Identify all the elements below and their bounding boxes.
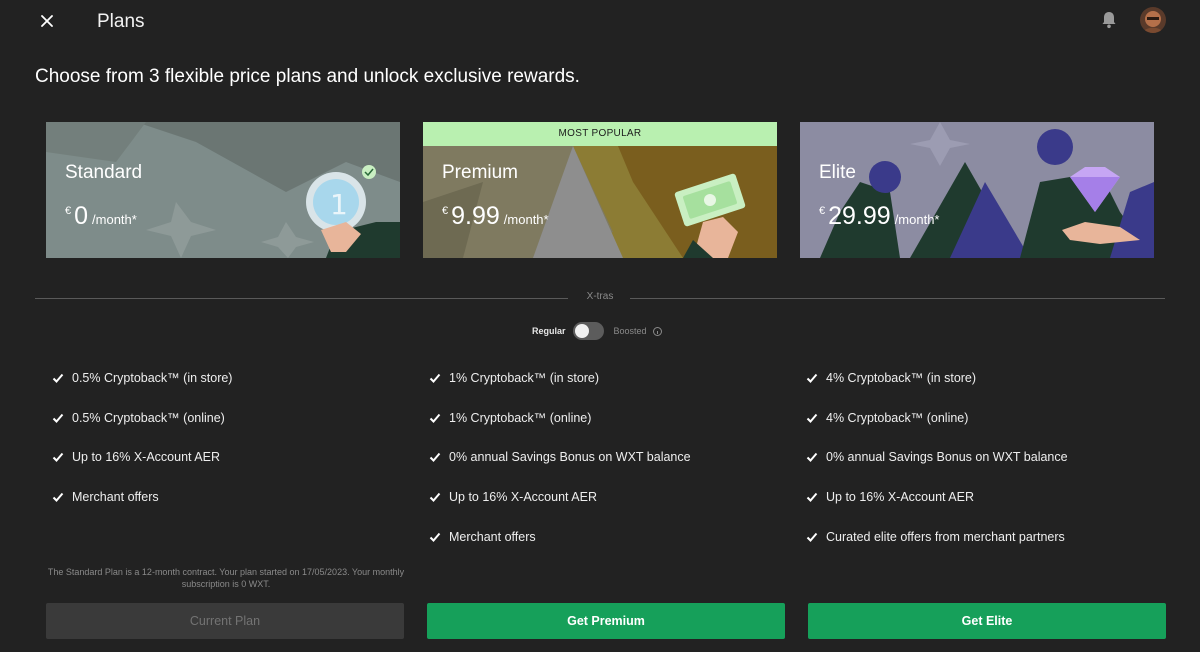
feature-text: 0% annual Savings Bonus on WXT balance bbox=[449, 450, 691, 465]
feature-text: Merchant offers bbox=[449, 530, 536, 545]
check-icon bbox=[52, 413, 64, 423]
feature-text: Up to 16% X-Account AER bbox=[449, 490, 597, 505]
feature-item: 4% Cryptoback™ (in store) bbox=[806, 358, 1068, 398]
info-icon[interactable] bbox=[652, 326, 662, 336]
elite-features-list: 4% Cryptoback™ (in store) 4% Cryptoback™… bbox=[806, 358, 1068, 557]
feature-item: Curated elite offers from merchant partn… bbox=[806, 517, 1068, 557]
check-icon bbox=[429, 493, 441, 503]
current-plan-button[interactable]: Current Plan bbox=[46, 603, 404, 639]
currency-symbol: € bbox=[65, 205, 72, 217]
feature-text: 0.5% Cryptoback™ (in store) bbox=[72, 370, 233, 385]
boost-toggle-switch[interactable] bbox=[572, 322, 604, 340]
check-icon bbox=[52, 493, 64, 503]
feature-text: Up to 16% X-Account AER bbox=[826, 490, 974, 505]
get-elite-button[interactable]: Get Elite bbox=[808, 603, 1166, 639]
feature-item: Merchant offers bbox=[52, 477, 232, 517]
feature-text: 4% Cryptoback™ (online) bbox=[826, 410, 969, 425]
plan-price-premium: € 9.99 /month* bbox=[442, 202, 549, 230]
divider-right bbox=[630, 298, 1165, 299]
price-period: /month* bbox=[92, 212, 137, 227]
feature-text: Merchant offers bbox=[72, 490, 159, 505]
feature-item: 4% Cryptoback™ (online) bbox=[806, 398, 1068, 438]
check-icon bbox=[52, 453, 64, 463]
feature-text: 0.5% Cryptoback™ (online) bbox=[72, 410, 225, 425]
feature-text: 1% Cryptoback™ (in store) bbox=[449, 370, 600, 385]
price-amount: 0 bbox=[74, 202, 89, 230]
price-amount: 29.99 bbox=[828, 202, 891, 230]
standard-plan-card[interactable]: 1 Standard € 0 /month* bbox=[46, 122, 400, 258]
feature-item: 0.5% Cryptoback™ (online) bbox=[52, 398, 232, 438]
toggle-label-regular[interactable]: Regular bbox=[532, 326, 566, 336]
feature-text: 1% Cryptoback™ (online) bbox=[449, 410, 592, 425]
page-title: Plans bbox=[97, 11, 145, 32]
feature-item: Merchant offers bbox=[429, 517, 691, 557]
divider-left bbox=[35, 298, 568, 299]
check-icon bbox=[806, 453, 818, 463]
standard-plan-contract-note: The Standard Plan is a 12-month contract… bbox=[47, 567, 405, 589]
plans-headline: Choose from 3 flexible price plans and u… bbox=[35, 66, 580, 87]
feature-item: Up to 16% X-Account AER bbox=[806, 477, 1068, 517]
feature-item: 0% annual Savings Bonus on WXT balance bbox=[806, 438, 1068, 478]
check-icon bbox=[806, 532, 818, 543]
price-amount: 9.99 bbox=[451, 202, 500, 230]
plan-name-elite: Elite bbox=[819, 162, 856, 183]
currency-symbol: € bbox=[442, 205, 449, 217]
top-bar: Plans bbox=[0, 0, 1200, 44]
get-premium-button[interactable]: Get Premium bbox=[427, 603, 785, 639]
plan-name-standard: Standard bbox=[65, 162, 143, 183]
check-icon bbox=[429, 413, 441, 423]
toggle-knob bbox=[574, 324, 589, 338]
toggle-label-boosted[interactable]: Boosted bbox=[614, 326, 647, 336]
elite-card-illustration bbox=[800, 122, 1154, 258]
price-period: /month* bbox=[894, 212, 940, 227]
plan-name-premium: Premium bbox=[442, 162, 519, 183]
check-icon bbox=[429, 532, 441, 543]
feature-item: Up to 16% X-Account AER bbox=[429, 477, 691, 517]
premium-plan-card[interactable]: MOST POPULAR Premium € 9.99 /month* bbox=[423, 122, 777, 258]
check-icon bbox=[429, 373, 441, 383]
most-popular-badge: MOST POPULAR bbox=[423, 122, 777, 146]
close-icon[interactable] bbox=[36, 10, 58, 32]
check-icon bbox=[52, 373, 64, 383]
feature-item: Up to 16% X-Account AER bbox=[52, 438, 232, 478]
avatar[interactable] bbox=[1140, 7, 1166, 33]
plan-price-elite: € 29.99 /month* bbox=[819, 202, 940, 230]
feature-text: 4% Cryptoback™ (in store) bbox=[826, 370, 977, 385]
xtras-label: X-tras bbox=[586, 291, 614, 302]
standard-features-list: 0.5% Cryptoback™ (in store) 0.5% Cryptob… bbox=[52, 358, 232, 517]
feature-text: 0% annual Savings Bonus on WXT balance bbox=[826, 450, 1068, 465]
regular-boosted-toggle-row: Regular Boosted bbox=[532, 322, 662, 340]
feature-item: 0.5% Cryptoback™ (in store) bbox=[52, 358, 232, 398]
currency-symbol: € bbox=[819, 205, 826, 217]
feature-item: 0% annual Savings Bonus on WXT balance bbox=[429, 438, 691, 478]
feature-item: 1% Cryptoback™ (online) bbox=[429, 398, 691, 438]
plan-price-standard: € 0 /month* bbox=[65, 202, 137, 230]
standard-card-illustration: 1 bbox=[46, 122, 400, 258]
check-icon bbox=[806, 493, 818, 503]
elite-plan-card[interactable]: Elite € 29.99 /month* bbox=[800, 122, 1154, 258]
price-period: /month* bbox=[503, 212, 549, 227]
feature-text: Curated elite offers from merchant partn… bbox=[826, 530, 1065, 545]
feature-text: Up to 16% X-Account AER bbox=[72, 450, 220, 465]
svg-text:1: 1 bbox=[330, 188, 348, 221]
check-icon bbox=[429, 453, 441, 463]
premium-features-list: 1% Cryptoback™ (in store) 1% Cryptoback™… bbox=[429, 358, 691, 557]
feature-item: 1% Cryptoback™ (in store) bbox=[429, 358, 691, 398]
check-icon bbox=[806, 373, 818, 383]
check-icon bbox=[806, 413, 818, 423]
bell-icon[interactable] bbox=[1100, 10, 1118, 30]
